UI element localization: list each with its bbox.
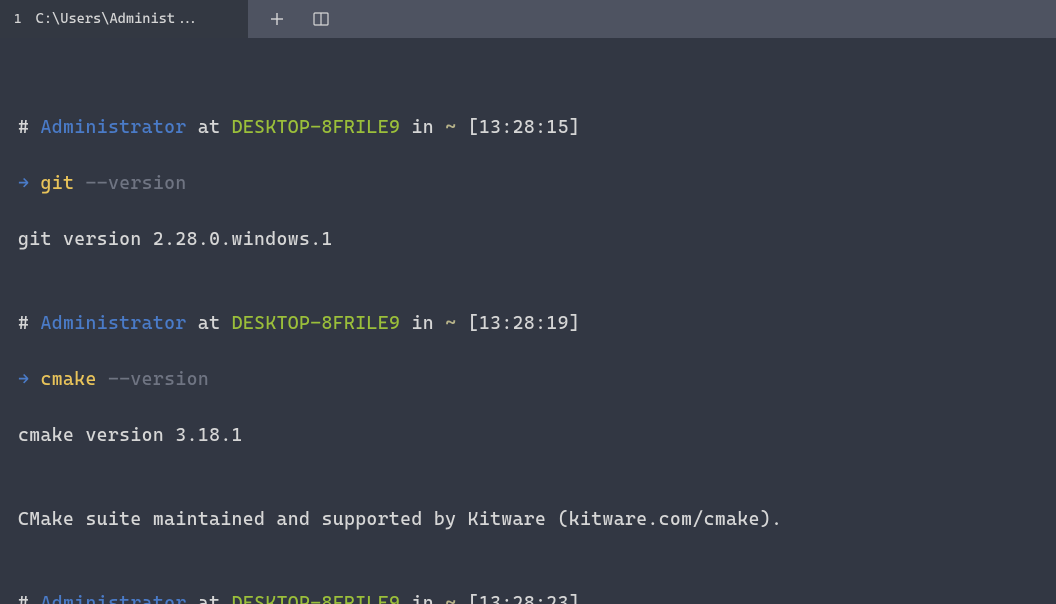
prompt-time: [13:28:15] [468,117,580,138]
prompt-line: # Administrator at DESKTOP-8FRILE9 in ~ … [18,114,1038,142]
prompt-host: DESKTOP-8FRILE9 [232,593,401,604]
output-line: cmake version 3.18.1 [18,422,1038,450]
command-flag: --version [108,369,209,390]
prompt-at: at [198,117,220,138]
prompt-line: # Administrator at DESKTOP-8FRILE9 in ~ … [18,310,1038,338]
prompt-hash: # [18,117,29,138]
prompt-arrow: → [18,173,29,194]
command-line: → git --version [18,170,1038,198]
output-line: git version 2.28.0.windows.1 [18,226,1038,254]
command-line: → cmake --version [18,366,1038,394]
prompt-in: in [411,593,433,604]
prompt-arrow: → [18,369,29,390]
prompt-cwd: ~ [445,313,456,334]
prompt-at: at [198,593,220,604]
prompt-user: Administrator [41,593,187,604]
command-flag: --version [85,173,186,194]
output-line: CMake suite maintained and supported by … [18,506,1038,534]
plus-icon [270,12,284,26]
prompt-time: [13:28:19] [468,313,580,334]
split-pane-icon [313,12,329,26]
prompt-in: in [411,313,433,334]
prompt-in: in [411,117,433,138]
prompt-host: DESKTOP-8FRILE9 [232,313,401,334]
tab-index: 1 [14,12,22,27]
prompt-cwd: ~ [445,593,456,604]
new-tab-button[interactable] [266,8,288,30]
command-name: cmake [41,369,97,390]
prompt-at: at [198,313,220,334]
terminal-output[interactable]: # Administrator at DESKTOP-8FRILE9 in ~ … [0,38,1056,604]
prompt-host: DESKTOP-8FRILE9 [232,117,401,138]
prompt-hash: # [18,313,29,334]
prompt-user: Administrator [41,117,187,138]
prompt-cwd: ~ [445,117,456,138]
split-pane-button[interactable] [310,8,332,30]
tab-bar-actions [248,0,1056,38]
prompt-hash: # [18,593,29,604]
tab-title: C:\Users\Administ... [36,11,200,27]
prompt-line: # Administrator at DESKTOP-8FRILE9 in ~ … [18,590,1038,604]
command-name: git [41,173,75,194]
prompt-time: [13:28:23] [468,593,580,604]
tab-bar: 1 C:\Users\Administ... [0,0,1056,38]
prompt-user: Administrator [41,313,187,334]
tab-active[interactable]: 1 C:\Users\Administ... [0,0,248,38]
